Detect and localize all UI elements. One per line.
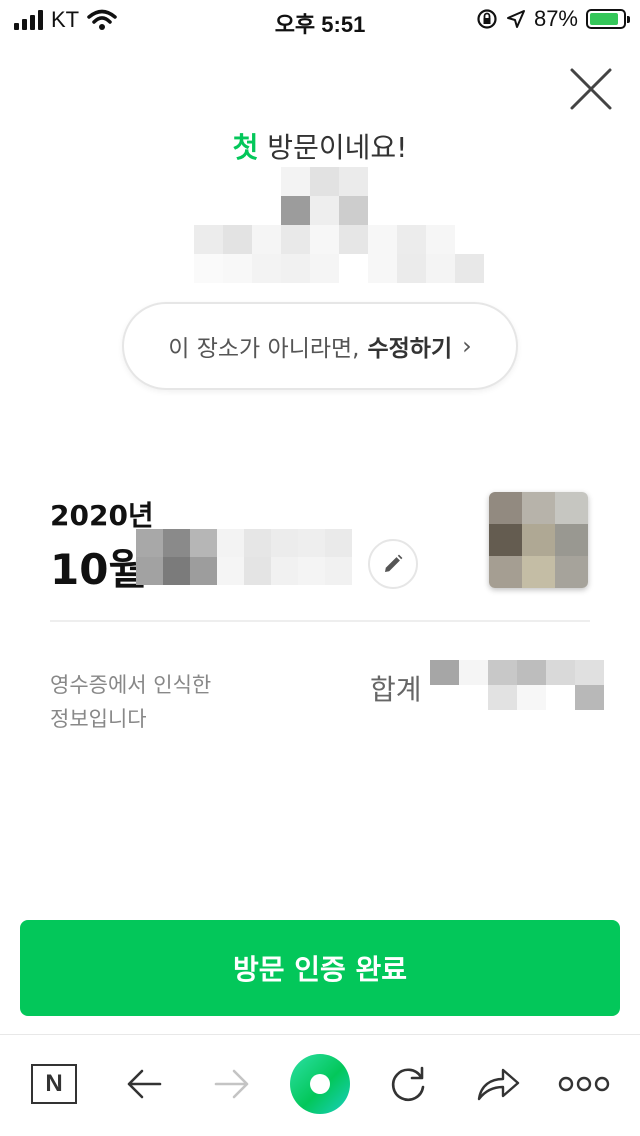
- status-bar: KT 오후 5:51 87%: [0, 0, 640, 40]
- receipt-photo-thumbnail[interactable]: [489, 492, 588, 588]
- ocr-note-line1: 영수증에서 인식한: [50, 673, 212, 697]
- reload-button[interactable]: [378, 1051, 438, 1117]
- naver-home-button[interactable]: N: [24, 1051, 84, 1117]
- pencil-icon: [385, 554, 403, 572]
- close-icon[interactable]: [568, 66, 614, 112]
- title-text: 방문이네요!: [258, 131, 408, 164]
- title-accent: 첫: [232, 131, 259, 164]
- more-icon: [558, 1076, 610, 1092]
- redacted-total-amount: [430, 660, 604, 710]
- reload-icon: [391, 1066, 425, 1102]
- confirm-visit-label: 방문 인증 완료: [232, 953, 408, 986]
- bottom-toolbar: N: [0, 1034, 640, 1136]
- chevron-right-icon: ›: [462, 332, 472, 360]
- naver-home-icon: N: [31, 1064, 77, 1104]
- green-dot-icon: [290, 1054, 350, 1114]
- confirm-visit-button[interactable]: 방문 인증 완료: [20, 920, 620, 1016]
- forward-arrow-icon: [214, 1069, 249, 1099]
- back-arrow-icon: [127, 1069, 162, 1099]
- status-right: 87%: [476, 6, 630, 32]
- receipt-month: 10월: [50, 545, 148, 594]
- page-title: 첫 방문이네요!: [0, 126, 640, 166]
- orientation-lock-icon: [477, 9, 497, 29]
- divider: [50, 620, 590, 622]
- battery-percent: 87%: [533, 6, 578, 31]
- battery-charging-icon: [586, 9, 630, 29]
- redacted-place-name: [194, 167, 484, 283]
- edit-place-prefix: 이 장소가 아니라면,: [168, 336, 360, 362]
- receipt-year: 2020년: [50, 499, 154, 532]
- share-button[interactable]: [468, 1051, 528, 1117]
- green-dot-button[interactable]: [290, 1051, 350, 1117]
- more-button[interactable]: [554, 1051, 614, 1117]
- location-icon: [506, 10, 525, 28]
- ocr-note: 영수증에서 인식한 정보입니다: [50, 668, 211, 736]
- share-icon: [477, 1068, 520, 1101]
- back-button[interactable]: [114, 1051, 174, 1117]
- ocr-note-line2: 정보입니다: [50, 707, 147, 731]
- edit-place-action: 수정하기: [367, 336, 453, 362]
- forward-button[interactable]: [202, 1051, 262, 1117]
- redacted-date-detail: [136, 529, 352, 585]
- edit-place-button[interactable]: 이 장소가 아니라면, 수정하기 ›: [122, 302, 518, 390]
- edit-date-button[interactable]: [368, 539, 418, 589]
- total-label: 합계: [370, 673, 422, 706]
